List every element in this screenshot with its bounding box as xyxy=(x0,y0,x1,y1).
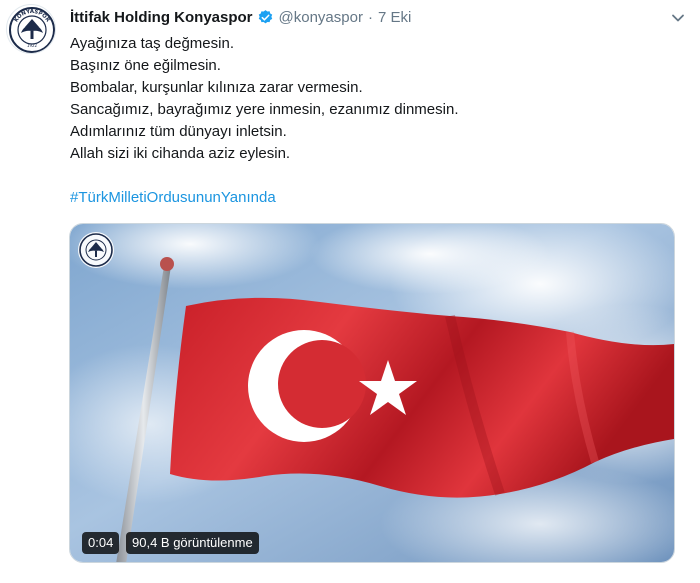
tweet-header: İttifak Holding Konyaspor @konyaspor · 7… xyxy=(70,6,660,28)
handle[interactable]: @konyaspor xyxy=(279,9,363,26)
konyaspor-crest-icon xyxy=(78,232,114,268)
tweet-line: Başınız öne eğilmesin. xyxy=(70,57,221,74)
separator-dot: · xyxy=(367,8,373,26)
tweet-line: Bombalar, kurşunlar kılınıza zarar verme… xyxy=(70,79,363,96)
display-name[interactable]: İttifak Holding Konyaspor xyxy=(70,9,253,26)
tweet[interactable]: 1922 KONYASPOR İttifak Holding Konyaspor… xyxy=(0,0,700,583)
video-thumbnail xyxy=(70,224,674,562)
tweet-line: Sancağımız, bayrağımız yere inmesin, eza… xyxy=(70,101,459,118)
tweet-text: Ayağınıza taş değmesin. Başınız öne eğil… xyxy=(70,33,670,209)
video-player[interactable]: 0:04 90,4 B görüntülenme xyxy=(69,223,675,563)
konyaspor-crest-icon: 1922 KONYASPOR xyxy=(8,6,55,53)
tweet-line: Ayağınıza taş değmesin. xyxy=(70,35,234,52)
hashtag-link[interactable]: #TürkMilletiOrdusununYanında xyxy=(70,187,670,209)
chevron-down-icon[interactable] xyxy=(670,10,686,26)
tweet-date[interactable]: 7 Eki xyxy=(378,9,411,26)
avatar[interactable]: 1922 KONYASPOR xyxy=(6,4,56,54)
tweet-line: Adımlarınız tüm dünyayı inletsin. xyxy=(70,123,287,140)
svg-text:1922: 1922 xyxy=(27,43,38,48)
verified-badge-icon xyxy=(258,9,272,23)
tweet-line: Allah sizi iki cihanda aziz eylesin. xyxy=(70,145,291,162)
view-count: 90,4 B görüntülenme xyxy=(126,532,259,554)
video-duration: 0:04 xyxy=(82,532,120,554)
